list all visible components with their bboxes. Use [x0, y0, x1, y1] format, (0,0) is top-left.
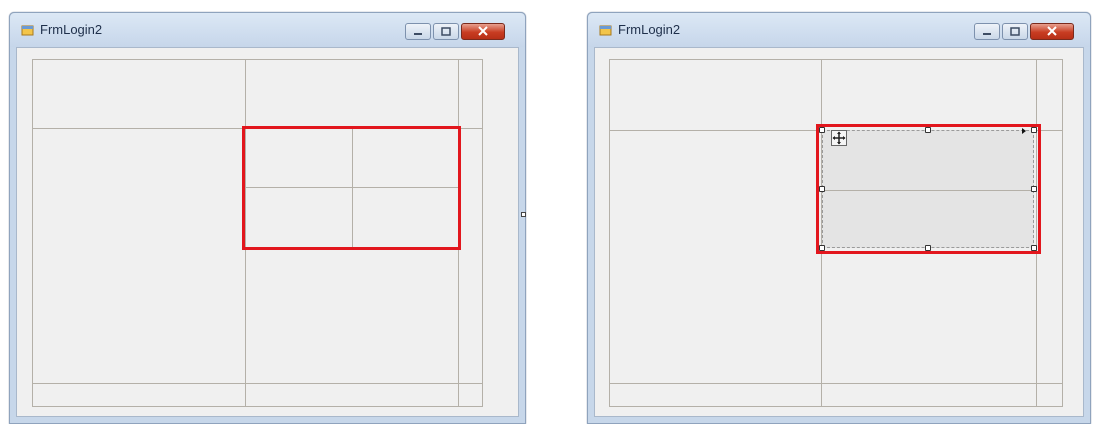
close-icon	[478, 26, 488, 36]
maximize-icon	[1010, 27, 1020, 36]
window-title: FrmLogin2	[618, 22, 681, 37]
highlight-box	[242, 126, 461, 250]
table-layout-panel[interactable]	[609, 59, 1063, 407]
form-icon	[599, 25, 612, 36]
close-icon	[1047, 26, 1057, 36]
close-button[interactable]	[461, 23, 505, 40]
window-title: FrmLogin2	[40, 22, 103, 37]
minimize-button[interactable]	[974, 23, 1000, 40]
minimize-icon	[414, 33, 422, 35]
highlight-box	[816, 124, 1041, 254]
minimize-icon	[983, 33, 991, 35]
form-icon	[21, 25, 34, 36]
form-client-area[interactable]	[594, 47, 1084, 417]
form-resize-handle[interactable]	[521, 212, 526, 217]
row-divider	[33, 383, 482, 384]
table-layout-panel[interactable]	[32, 59, 483, 407]
form-client-area[interactable]	[16, 47, 519, 417]
title-bar[interactable]: FrmLogin2	[10, 13, 525, 47]
minimize-button[interactable]	[405, 23, 431, 40]
row-divider	[610, 383, 1062, 384]
maximize-button[interactable]	[433, 23, 459, 40]
maximize-button[interactable]	[1002, 23, 1028, 40]
form-window-right: FrmLogin2	[587, 12, 1091, 424]
maximize-icon	[441, 27, 451, 36]
title-bar[interactable]: FrmLogin2	[588, 13, 1090, 47]
form-window-left: FrmLogin2	[9, 12, 526, 424]
close-button[interactable]	[1030, 23, 1074, 40]
